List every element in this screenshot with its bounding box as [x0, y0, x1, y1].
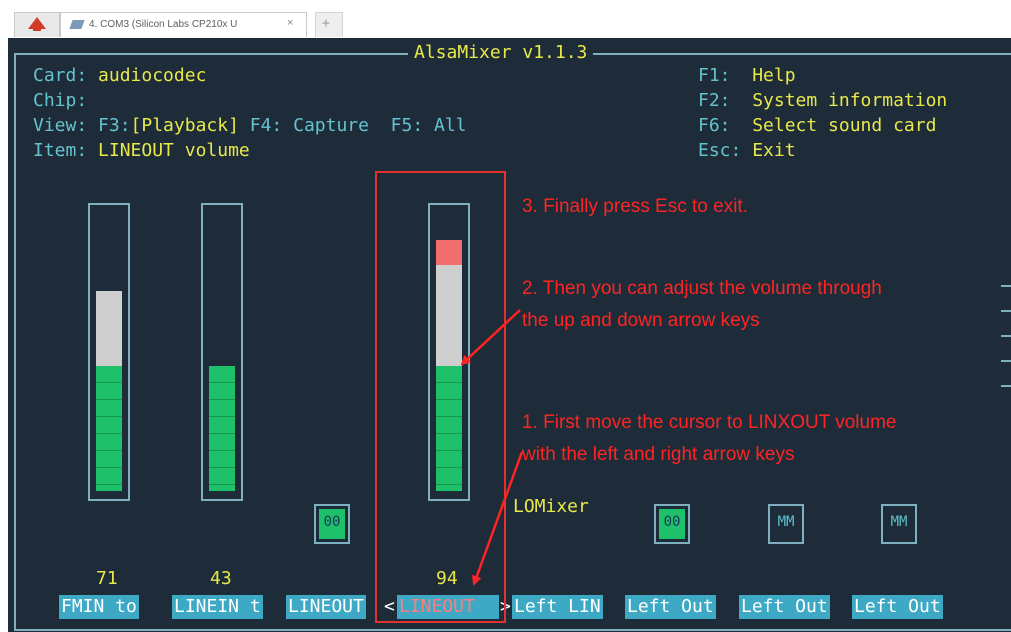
arrow-to-channel-label	[472, 451, 524, 586]
arrow-to-volume-bar	[460, 309, 521, 366]
annotation-arrows	[460, 309, 524, 586]
